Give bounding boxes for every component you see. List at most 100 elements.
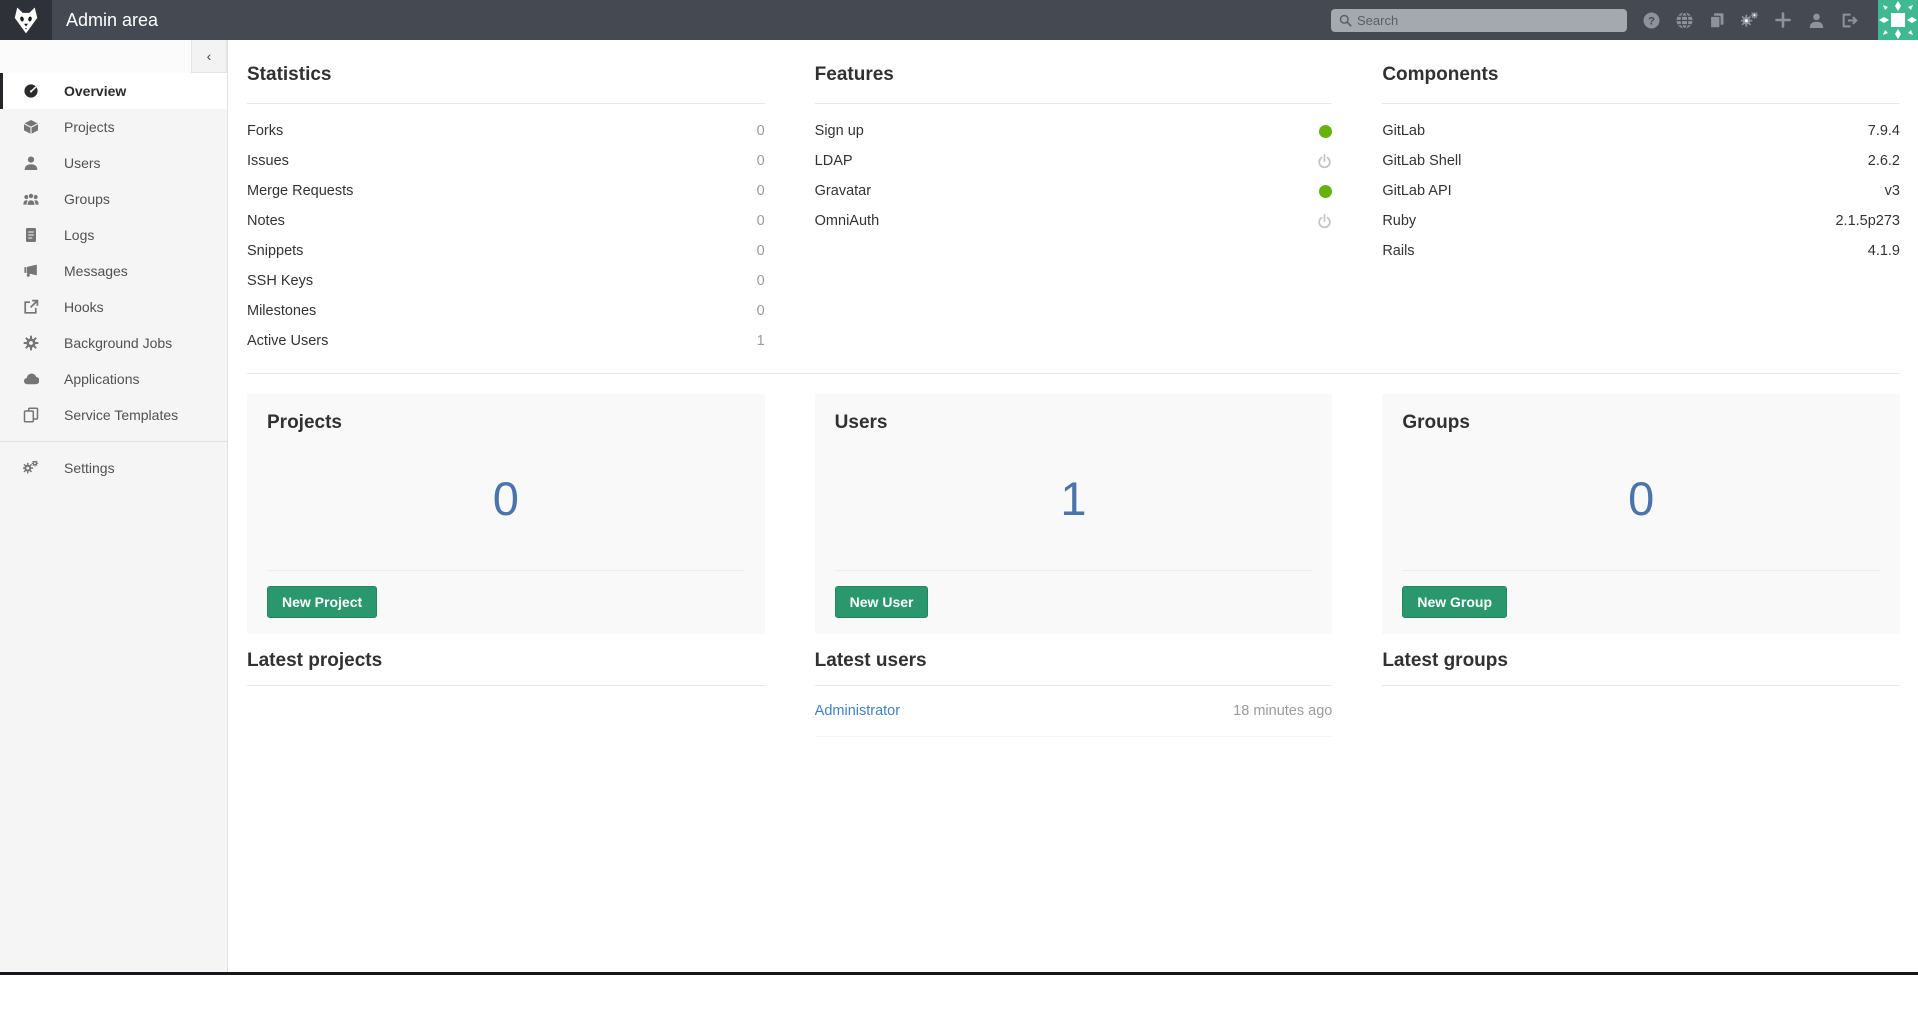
bullhorn-icon bbox=[23, 263, 39, 279]
features-section: Features Sign up LDAP Gravatar OmniAuth bbox=[815, 40, 1333, 356]
sidebar-item-background-jobs[interactable]: Background Jobs bbox=[0, 325, 227, 361]
svg-text:?: ? bbox=[1648, 15, 1655, 27]
profile-icon[interactable] bbox=[1807, 11, 1825, 29]
stat-label: Forks bbox=[247, 123, 283, 139]
page-title: Admin area bbox=[66, 10, 158, 31]
stat-value: 0 bbox=[757, 273, 765, 289]
component-value: 4.1.9 bbox=[1868, 243, 1900, 259]
latest-sections: Latest projects Latest users Administrat… bbox=[247, 634, 1900, 737]
sidebar-collapse-row: ‹ bbox=[0, 40, 227, 73]
groups-counter-card: Groups 0 New Group bbox=[1382, 394, 1900, 634]
new-user-button[interactable]: New User bbox=[835, 586, 929, 618]
stat-label: Issues bbox=[247, 153, 289, 169]
sign-out-icon[interactable] bbox=[1840, 11, 1858, 29]
component-row: GitLab7.9.4 bbox=[1382, 116, 1900, 146]
help-icon[interactable]: ? bbox=[1642, 11, 1660, 29]
search-input[interactable] bbox=[1331, 9, 1627, 32]
features-title: Features bbox=[815, 40, 1333, 104]
user-icon bbox=[23, 155, 39, 171]
sidebar-nav: Overview Projects Users Groups Logs Mess… bbox=[0, 73, 227, 486]
component-label: GitLab API bbox=[1382, 183, 1451, 199]
feature-enabled-icon bbox=[1319, 125, 1332, 138]
copy-icon bbox=[23, 407, 39, 423]
stat-value: 0 bbox=[757, 243, 765, 259]
sidebar-item-hooks[interactable]: Hooks bbox=[0, 289, 227, 325]
component-row: Ruby2.1.5p273 bbox=[1382, 206, 1900, 236]
header-actions: ? bbox=[1331, 0, 1918, 40]
globe-icon[interactable] bbox=[1675, 11, 1693, 29]
sidebar-item-label: Applications bbox=[64, 371, 140, 387]
new-project-icon[interactable] bbox=[1774, 11, 1792, 29]
sidebar-item-settings[interactable]: Settings bbox=[0, 450, 227, 486]
section-divider bbox=[247, 373, 1900, 374]
collapse-sidebar-button[interactable]: ‹ bbox=[191, 40, 227, 73]
sidebar-item-label: Messages bbox=[64, 263, 128, 279]
cube-icon bbox=[23, 119, 39, 135]
sidebar-item-overview[interactable]: Overview bbox=[0, 73, 227, 109]
feature-disabled-icon bbox=[1317, 154, 1332, 169]
latest-groups-section: Latest groups bbox=[1382, 634, 1900, 737]
users-counter-card: Users 1 New User bbox=[815, 394, 1333, 634]
component-value: v3 bbox=[1885, 183, 1900, 199]
component-row: GitLab API v3 bbox=[1382, 176, 1900, 206]
copy-files-icon[interactable] bbox=[1708, 11, 1726, 29]
feature-enabled-icon bbox=[1319, 185, 1332, 198]
component-row: GitLab Shell2.6.2 bbox=[1382, 146, 1900, 176]
sidebar-item-applications[interactable]: Applications bbox=[0, 361, 227, 397]
stat-value: 0 bbox=[757, 213, 765, 229]
components-title: Components bbox=[1382, 40, 1900, 104]
feature-row: OmniAuth bbox=[815, 206, 1333, 236]
feature-label: OmniAuth bbox=[815, 213, 879, 229]
card-title: Users bbox=[835, 412, 1313, 434]
stat-label: Merge Requests bbox=[247, 183, 353, 199]
feature-label: Sign up bbox=[815, 123, 864, 139]
avatar[interactable] bbox=[1878, 0, 1918, 40]
sidebar-item-label: Background Jobs bbox=[64, 335, 172, 351]
stat-row: Notes0 bbox=[247, 206, 765, 236]
stat-value: 0 bbox=[757, 303, 765, 319]
new-group-button[interactable]: New Group bbox=[1402, 586, 1507, 618]
stat-row: Issues0 bbox=[247, 146, 765, 176]
feature-row: Gravatar bbox=[815, 176, 1333, 206]
stat-value: 1 bbox=[757, 333, 765, 349]
sidebar-item-groups[interactable]: Groups bbox=[0, 181, 227, 217]
sidebar-item-service-templates[interactable]: Service Templates bbox=[0, 397, 227, 433]
sidebar-item-users[interactable]: Users bbox=[0, 145, 227, 181]
users-count: 1 bbox=[835, 434, 1313, 570]
file-text-icon bbox=[23, 227, 39, 243]
stat-row: Forks0 bbox=[247, 116, 765, 146]
stat-row: SSH Keys0 bbox=[247, 266, 765, 296]
stat-row: Active Users 1 bbox=[247, 326, 765, 356]
gears-icon bbox=[23, 460, 39, 476]
stat-row: Milestones 0 bbox=[247, 296, 765, 326]
identicon-image bbox=[1878, 0, 1918, 40]
latest-groups-title: Latest groups bbox=[1382, 634, 1900, 686]
statistics-section: Statistics Forks0 Issues0 Merge Requests… bbox=[247, 40, 765, 356]
user-link[interactable]: Administrator bbox=[815, 703, 900, 719]
sidebar-item-label: Overview bbox=[64, 83, 126, 99]
stat-label: Milestones bbox=[247, 303, 316, 319]
sidebar-item-label: Settings bbox=[64, 460, 115, 476]
sidebar-item-messages[interactable]: Messages bbox=[0, 253, 227, 289]
top-bar: Admin area ? bbox=[0, 0, 1918, 40]
external-link-icon bbox=[23, 299, 39, 315]
projects-count: 0 bbox=[267, 434, 745, 570]
admin-gears-icon[interactable] bbox=[1741, 11, 1759, 29]
stat-label: Active Users bbox=[247, 333, 328, 349]
card-title: Groups bbox=[1402, 412, 1880, 434]
feature-label: LDAP bbox=[815, 153, 853, 169]
sidebar-item-label: Projects bbox=[64, 119, 115, 135]
groups-count: 0 bbox=[1402, 434, 1880, 570]
feature-row: Sign up bbox=[815, 116, 1333, 146]
component-label: Ruby bbox=[1382, 213, 1416, 229]
new-project-button[interactable]: New Project bbox=[267, 586, 377, 618]
latest-projects-title: Latest projects bbox=[247, 634, 765, 686]
search-icon bbox=[1339, 14, 1352, 27]
cloud-icon bbox=[23, 371, 39, 387]
gear-icon bbox=[23, 335, 39, 351]
counter-cards: Projects 0 New Project Users 1 New User … bbox=[247, 394, 1900, 634]
sidebar-item-projects[interactable]: Projects bbox=[0, 109, 227, 145]
sidebar-item-logs[interactable]: Logs bbox=[0, 217, 227, 253]
search bbox=[1331, 9, 1627, 32]
gitlab-logo[interactable] bbox=[0, 0, 52, 40]
